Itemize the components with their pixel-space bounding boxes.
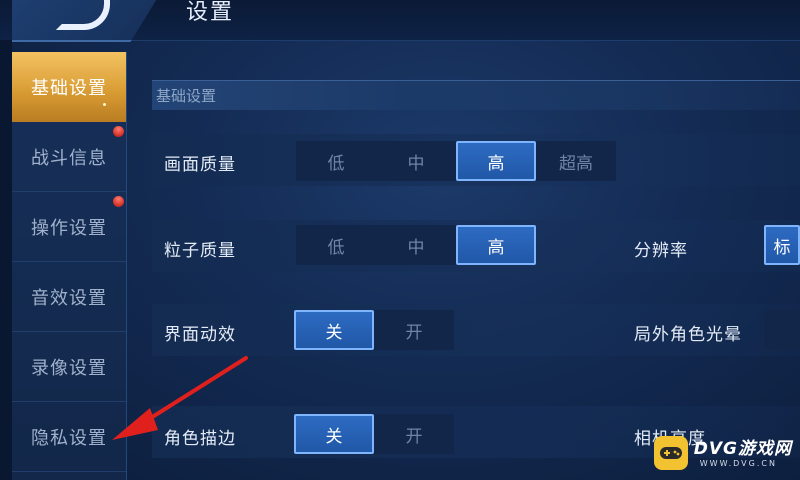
option-low[interactable]: 低	[296, 225, 376, 265]
sidebar-item-controls[interactable]: 操作设置	[12, 192, 127, 262]
sidebar-item-label: 操作设置	[31, 217, 107, 239]
sidebar-item-label: 战斗信息	[31, 147, 107, 169]
sidebar-item-battle-info[interactable]: 战斗信息	[12, 122, 127, 192]
watermark-url: WWW.DVG.CN	[699, 458, 777, 468]
new-badge-icon	[110, 123, 127, 140]
sidebar-item-audio[interactable]: 音效设置	[12, 262, 126, 332]
particle-quality-selector: 低 中 高	[296, 225, 536, 265]
back-button[interactable]	[12, 0, 160, 42]
character-glow-toggle	[764, 310, 800, 350]
setting-label-ui-animation: 界面动效	[164, 325, 236, 345]
character-outline-toggle: 关 开	[294, 414, 454, 454]
graphics-quality-selector: 低 中 高 超高	[296, 141, 616, 181]
option-high[interactable]: 高	[456, 141, 536, 181]
settings-content: 基础设置 画面质量 低 中 高 超高 粒子质量 低 中 高 分辨率 标 界面动效…	[140, 52, 800, 480]
option-off[interactable]: 关	[294, 414, 374, 454]
new-badge-icon	[110, 193, 127, 210]
option-ultra[interactable]: 超高	[536, 141, 616, 181]
option-partial[interactable]	[764, 310, 800, 350]
option-standard[interactable]: 标	[764, 225, 800, 265]
sidebar-item-label: 隐私设置	[31, 427, 107, 449]
option-medium[interactable]: 中	[376, 141, 456, 181]
sidebar-item-replay[interactable]: 录像设置	[12, 332, 126, 402]
sidebar-item-label: 基础设置	[31, 78, 107, 99]
header-bar: 设置	[0, 0, 800, 42]
ui-animation-toggle: 关 开	[294, 310, 454, 350]
sidebar-item-privacy[interactable]: 隐私设置	[12, 402, 126, 472]
section-title: 基础设置	[152, 80, 800, 110]
setting-label-character-glow: 局外角色光晕	[634, 325, 742, 345]
game-settings-screen: 设置 基础设置 战斗信息 操作设置 音效设置 录像设置 隐私设置 基础设置 画面…	[0, 0, 800, 480]
option-low[interactable]: 低	[296, 141, 376, 181]
setting-label-character-outline: 角色描边	[164, 429, 236, 449]
left-edge-strip	[0, 40, 12, 480]
option-medium[interactable]: 中	[376, 225, 456, 265]
gamepad-logo-icon	[653, 436, 688, 470]
s-logo-back-icon	[56, 0, 110, 30]
setting-label-graphics-quality: 画面质量	[164, 155, 236, 175]
watermark-text: DVG游戏网	[693, 438, 792, 459]
sidebar-item-basic[interactable]: 基础设置	[12, 52, 126, 122]
sidebar-item-label: 录像设置	[31, 357, 107, 379]
option-on[interactable]: 开	[374, 414, 454, 454]
setting-label-resolution: 分辨率	[634, 241, 688, 261]
watermark: DVG游戏网 WWW.DVG.CN	[653, 436, 792, 470]
resolution-selector: 标	[764, 225, 800, 265]
option-off[interactable]: 关	[294, 310, 374, 350]
option-on[interactable]: 开	[374, 310, 454, 350]
setting-label-particle-quality: 粒子质量	[164, 241, 236, 261]
page-title: 设置	[186, 0, 235, 25]
option-high[interactable]: 高	[456, 225, 536, 265]
settings-sidebar: 基础设置 战斗信息 操作设置 音效设置 录像设置 隐私设置	[12, 52, 127, 480]
sidebar-item-label: 音效设置	[31, 287, 107, 309]
